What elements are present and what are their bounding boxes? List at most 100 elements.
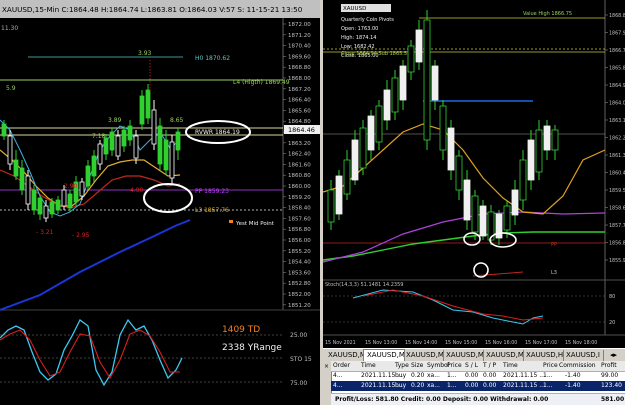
col-close-time[interactable]: Time <box>503 362 518 369</box>
cell: 123.40 <box>601 382 622 389</box>
terminal-close-icon[interactable]: × <box>324 363 329 370</box>
tab-4[interactable]: XAUUSD,M15 <box>483 350 524 361</box>
candle-body <box>55 199 61 211</box>
left-price-tick: 1865.60 <box>288 108 311 114</box>
tab-scroll-arrows[interactable]: ◂▸ <box>607 350 625 361</box>
tab-1[interactable]: XAUUSD,M15 <box>363 349 405 361</box>
left-price-tick: 1861.60 <box>288 162 311 168</box>
col-profit[interactable]: Profit <box>601 362 617 369</box>
col-sl[interactable]: S / L <box>465 362 478 369</box>
left-chart-header: XAUUSD,15-Min C:1864.48 H:1864.74 L:1863… <box>2 5 303 14</box>
cell: 0.20 <box>411 372 425 379</box>
right-price-tick: 1862.20 <box>609 136 625 142</box>
candle-body <box>511 189 519 216</box>
left-price-tick: 1853.60 <box>288 270 311 276</box>
td-label: 1409 TD <box>222 325 260 335</box>
right-info-line: Open: 1763.00 <box>341 26 378 32</box>
col-type[interactable]: Type <box>395 362 409 369</box>
left-price-tick: 1856.00 <box>288 238 311 244</box>
rvwr-label: RVWR 1864.19 <box>195 129 240 136</box>
label-389: 3.89 <box>108 117 122 124</box>
tab-3[interactable]: XAUUSD,M15 <box>443 350 484 361</box>
left-price-tick: 1852.80 <box>288 281 311 287</box>
cell: 2021.11.15 ... <box>503 382 545 389</box>
cell: 0.00 <box>465 382 479 389</box>
label-490: 4.90 <box>130 187 144 194</box>
left-price-tick: 1868.80 <box>288 65 311 71</box>
table-row[interactable]: 4... 2021.11.15 ... buy 0.20 xa... 1... … <box>331 371 625 381</box>
candle-body <box>103 137 109 155</box>
stoch-75-label: 75.00 <box>290 380 307 387</box>
left-price-tick: 1858.40 <box>288 206 311 212</box>
cell: 0.00 <box>483 372 497 379</box>
left-price-tick: 1856.80 <box>288 227 311 233</box>
cell: 0.00 <box>483 382 497 389</box>
cell: 4... <box>333 372 343 379</box>
right-price-tick: 1858.60 <box>609 206 625 212</box>
left-price-tick: 1855.20 <box>288 249 311 255</box>
cell: -1.40 <box>565 382 581 389</box>
left-price-tick: 1859.20 <box>288 195 311 201</box>
candle-body <box>151 109 157 145</box>
right-price-tick: 1864.90 <box>609 83 625 89</box>
right-info-line: Quarterly Coin Pivots <box>341 17 394 23</box>
stoch-25-label: 25.00 <box>290 332 307 339</box>
left-price-tick: 1857.60 <box>288 216 311 222</box>
col-price[interactable]: Price <box>447 362 462 369</box>
tab-6[interactable]: XAUUSD,I <box>563 350 604 361</box>
candle-body <box>431 65 439 101</box>
left-price-tick: 1868.00 <box>288 76 311 82</box>
candle-body <box>31 189 37 211</box>
right-price-tick: 1866.70 <box>609 48 625 54</box>
tab-2[interactable]: XAUUSD,M15 <box>403 350 444 361</box>
col-symbol[interactable]: Symbol <box>427 362 449 369</box>
right-top-label: Value High 1866.75 <box>523 11 572 17</box>
cell: xa... <box>427 382 440 389</box>
candle-body <box>97 143 103 165</box>
candle-body <box>415 29 423 63</box>
right-time-label: 15 Nov 15:00 <box>445 340 477 346</box>
yrange-label: 2338 YRange <box>222 343 282 353</box>
candle-body <box>455 155 463 191</box>
right-chart-area[interactable]: 1868.80 1867.90 1866.70 1865.80 1864.90 1864.… <box>323 0 625 348</box>
label-minus321: - 3.21 <box>36 229 54 236</box>
right-stoch-20: 20 <box>609 320 615 326</box>
right-title: XAUUSD <box>343 6 366 12</box>
candle-body <box>551 129 559 151</box>
left-chart-area[interactable]: XAUUSD,15-Min C:1864.48 H:1864.74 L:1863… <box>0 0 320 405</box>
left-price-tick: 1872.00 <box>288 22 311 28</box>
col-close-price[interactable]: Price <box>543 362 558 369</box>
left-price-tick: 1864.80 <box>288 119 311 125</box>
candle-body <box>335 175 343 215</box>
candle-body <box>503 205 511 231</box>
candle-body <box>479 205 487 237</box>
right-price-tick: 1855.90 <box>609 258 625 264</box>
label-5-9: 5.9 <box>6 85 16 92</box>
table-row-selected[interactable]: 4... 2021.11.15 ... buy 0.20 xa... 1... … <box>331 381 625 391</box>
tab-5[interactable]: XAUUSD,H4 <box>523 350 564 361</box>
candle-body <box>139 95 145 125</box>
candle-body <box>407 45 415 73</box>
cell: 99.00 <box>601 372 619 379</box>
right-time-axis: 15 Nov 2021 15 Nov 13:00 15 Nov 14:00 15 No… <box>325 340 597 346</box>
cell: 1... <box>543 382 553 389</box>
col-time[interactable]: Time <box>361 362 376 369</box>
tab-0[interactable]: XAUUSD,M15 <box>325 350 365 361</box>
left-price-tick: 1860.80 <box>288 173 311 179</box>
candle-body <box>157 125 163 165</box>
candle-body <box>471 195 479 233</box>
candle-body <box>19 167 25 191</box>
candle-body <box>49 201 55 215</box>
right-price-tick: 1867.90 <box>609 31 625 37</box>
col-commission[interactable]: Commission <box>559 362 596 369</box>
right-price-tick: 1868.80 <box>609 13 625 19</box>
candle-body <box>91 155 97 177</box>
yest-mid-label: Yest Mid Point <box>235 221 275 227</box>
col-size[interactable]: Size <box>411 362 423 369</box>
candle-body <box>61 189 67 207</box>
col-tp[interactable]: T / P <box>483 362 496 369</box>
cell: xa... <box>427 372 440 379</box>
right-price-tick: 1857.70 <box>609 223 625 229</box>
right-time-label: 15 Nov 17:00 <box>525 340 557 346</box>
col-order[interactable]: Order <box>333 362 350 369</box>
